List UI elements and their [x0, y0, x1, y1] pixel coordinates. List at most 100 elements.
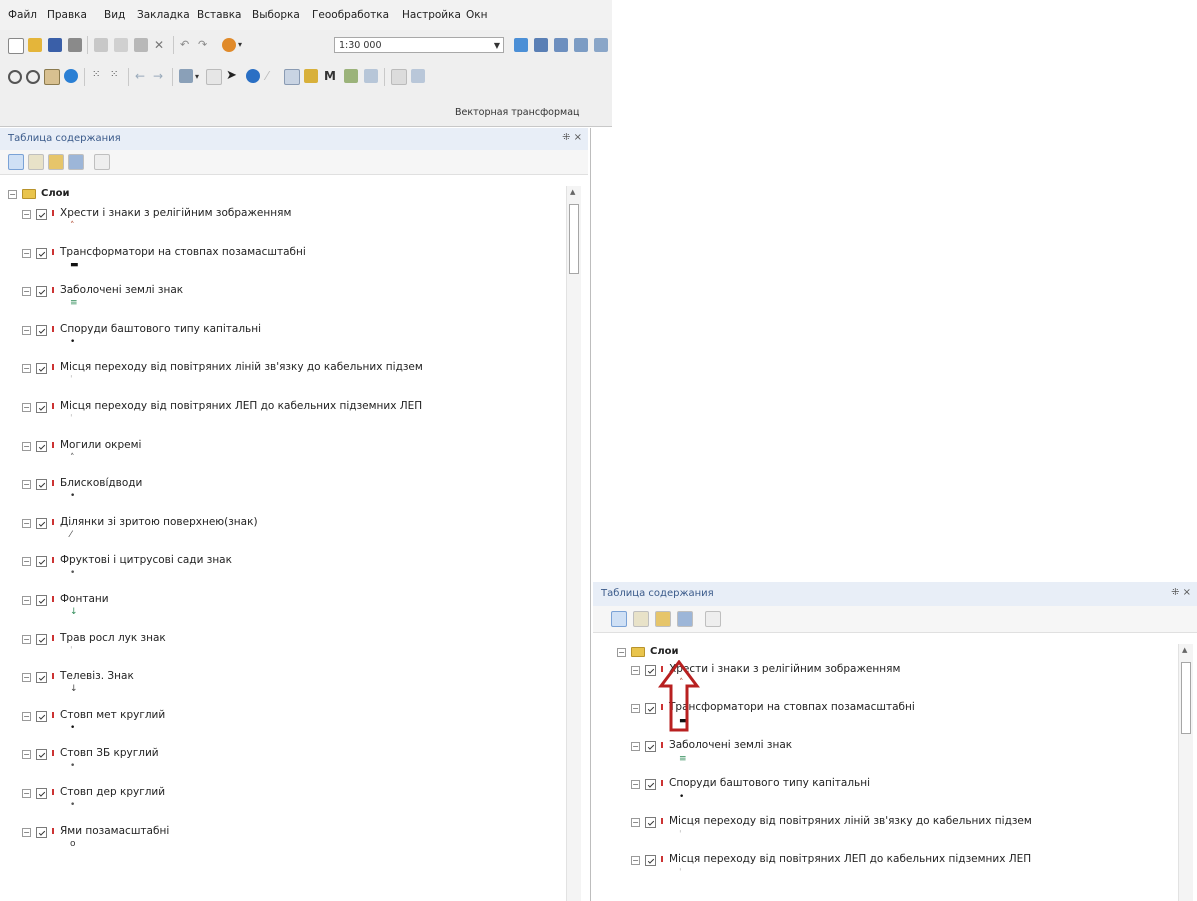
zoom-out-icon[interactable] [26, 70, 40, 84]
list-by-drawing-order-icon[interactable] [8, 154, 24, 170]
scroll-up-icon[interactable]: ▲ [1182, 646, 1187, 654]
layer-visibility-checkbox[interactable] [36, 672, 47, 684]
layer-visibility-checkbox[interactable] [36, 710, 47, 722]
layer-name[interactable]: Фруктові і цитрусові сади знак [60, 554, 232, 566]
table-of-contents-icon[interactable] [534, 38, 548, 52]
layer-collapse-toggle[interactable]: − [22, 789, 31, 798]
map-scale-combobox[interactable]: 1:30 000 ▼ [334, 37, 504, 53]
layer-visibility-checkbox[interactable] [36, 324, 47, 336]
layer-name[interactable]: Місця переходу від повітряних ЛЕП до каб… [669, 853, 1031, 865]
layer-name[interactable]: Стовп дер круглий [60, 786, 165, 798]
forward-extent-icon[interactable]: → [153, 69, 167, 83]
scrollbar-thumb[interactable] [569, 204, 579, 274]
layer-collapse-toggle[interactable]: − [22, 364, 31, 374]
layer-collapse-toggle[interactable]: − [22, 711, 31, 721]
menu-insert[interactable]: Вставка [197, 9, 242, 21]
html-popup-icon[interactable] [284, 69, 300, 85]
layer-visibility-checkbox[interactable] [36, 440, 47, 452]
layer-visibility-checkbox[interactable] [36, 402, 47, 413]
toc-scrollbar[interactable]: ▲ [566, 186, 581, 901]
layer-name[interactable]: Хрести і знаки з релігійним зображенням [60, 207, 291, 219]
cut-icon[interactable] [94, 38, 108, 52]
redo-icon[interactable]: ↷ [198, 38, 212, 52]
layer-collapse-toggle[interactable]: − [631, 856, 640, 865]
list-by-drawing-order-icon[interactable] [611, 611, 627, 627]
paste-icon[interactable] [134, 38, 148, 52]
hyperlink-icon[interactable]: ⁄ [266, 69, 280, 83]
full-extent-icon[interactable] [64, 69, 78, 83]
layer-collapse-toggle[interactable]: − [22, 441, 31, 451]
layer-name[interactable]: Місця переходу від повітряних ліній зв'я… [60, 361, 423, 373]
identify-icon[interactable] [246, 69, 260, 83]
editor-toolbar-icon[interactable] [514, 38, 528, 52]
print-icon[interactable] [68, 38, 82, 52]
layer-visibility-checkbox[interactable] [36, 479, 47, 491]
root-collapse-toggle[interactable]: − [617, 648, 626, 657]
layer-name[interactable]: Місця переходу від повітряних ЛЕП до каб… [60, 400, 422, 412]
pin-close-icon[interactable]: ⁜ × [1171, 587, 1191, 598]
layer-visibility-checkbox[interactable] [36, 286, 47, 298]
pin-close-icon[interactable]: ⁜ × [562, 132, 582, 143]
layer-name[interactable]: Телевіз. Знак [60, 670, 134, 682]
list-by-visibility-icon[interactable] [655, 611, 671, 627]
catalog-window-icon[interactable] [554, 38, 568, 52]
layer-name[interactable]: Споруди баштового типу капітальні [60, 323, 261, 335]
search-window-icon[interactable] [574, 38, 588, 52]
arctoolbox-icon[interactable] [594, 38, 608, 52]
menu-customize[interactable]: Настройка [402, 9, 461, 21]
layer-collapse-toggle[interactable]: − [631, 742, 640, 751]
layer-name[interactable]: Ділянки зі зритою поверхнею(знак) [60, 516, 258, 528]
time-slider-icon[interactable] [391, 69, 407, 85]
layer-collapse-toggle[interactable]: − [22, 325, 31, 335]
list-by-source-icon[interactable] [28, 154, 44, 170]
layer-name[interactable]: Трансформатори на стовпах позамасштабні [60, 246, 306, 258]
delete-icon[interactable]: ✕ [154, 38, 168, 52]
layer-visibility-checkbox[interactable] [36, 633, 47, 645]
layer-visibility-checkbox[interactable] [36, 209, 47, 220]
layer-collapse-toggle[interactable]: − [631, 780, 640, 789]
layer-name[interactable]: Могили окремі [60, 439, 141, 451]
layer-name[interactable]: Стовп мет круглий [60, 709, 165, 721]
menu-bookmarks[interactable]: Закладка [137, 9, 190, 21]
layer-name[interactable]: Блискові́дводи [60, 477, 142, 489]
list-by-source-icon[interactable] [633, 611, 649, 627]
scroll-up-icon[interactable]: ▲ [570, 188, 575, 196]
layer-collapse-toggle[interactable]: − [22, 287, 31, 297]
menu-windows[interactable]: Окн [466, 9, 487, 21]
layers-root-label[interactable]: Слои [650, 646, 679, 657]
copy-icon[interactable] [114, 38, 128, 52]
new-document-icon[interactable] [8, 38, 24, 54]
toc-options-icon[interactable] [705, 611, 721, 627]
menu-view[interactable]: Вид [104, 9, 125, 21]
go-to-xy-icon[interactable] [364, 69, 378, 83]
layer-name[interactable]: Стовп ЗБ круглий [60, 747, 159, 759]
find-route-icon[interactable] [344, 69, 358, 83]
back-extent-icon[interactable]: ← [135, 69, 149, 83]
clear-selection-icon[interactable] [206, 69, 222, 85]
layer-name[interactable]: Хрести і знаки з релігійним зображенням [669, 663, 900, 675]
select-elements-icon[interactable]: ➤ [226, 69, 240, 83]
layer-collapse-toggle[interactable]: − [22, 634, 31, 644]
fixed-zoom-in-icon[interactable]: ⁙ [92, 69, 106, 83]
root-collapse-toggle[interactable]: − [8, 190, 17, 199]
layer-visibility-checkbox[interactable] [645, 779, 656, 790]
layer-collapse-toggle[interactable]: − [22, 673, 31, 683]
layer-collapse-toggle[interactable]: − [22, 827, 31, 837]
pan-icon[interactable] [44, 69, 60, 85]
layer-collapse-toggle[interactable]: − [22, 557, 31, 567]
layer-collapse-toggle[interactable]: − [22, 403, 31, 412]
layer-visibility-checkbox[interactable] [36, 517, 47, 529]
layer-collapse-toggle[interactable]: − [22, 518, 31, 528]
undo-icon[interactable]: ↶ [180, 38, 194, 52]
layers-root-label[interactable]: Слои [41, 188, 70, 199]
layer-collapse-toggle[interactable]: − [631, 666, 640, 675]
layer-name[interactable]: Фонтани [60, 593, 109, 605]
layer-visibility-checkbox[interactable] [36, 749, 47, 761]
select-features-icon[interactable] [179, 69, 193, 83]
layer-name[interactable]: Ями позамасштабні [60, 825, 169, 837]
toc-options-icon[interactable] [94, 154, 110, 170]
zoom-in-icon[interactable] [8, 70, 22, 84]
layer-visibility-checkbox[interactable] [36, 826, 47, 838]
layer-visibility-checkbox[interactable] [36, 595, 47, 606]
select-dropdown-icon[interactable]: ▾ [195, 72, 199, 81]
